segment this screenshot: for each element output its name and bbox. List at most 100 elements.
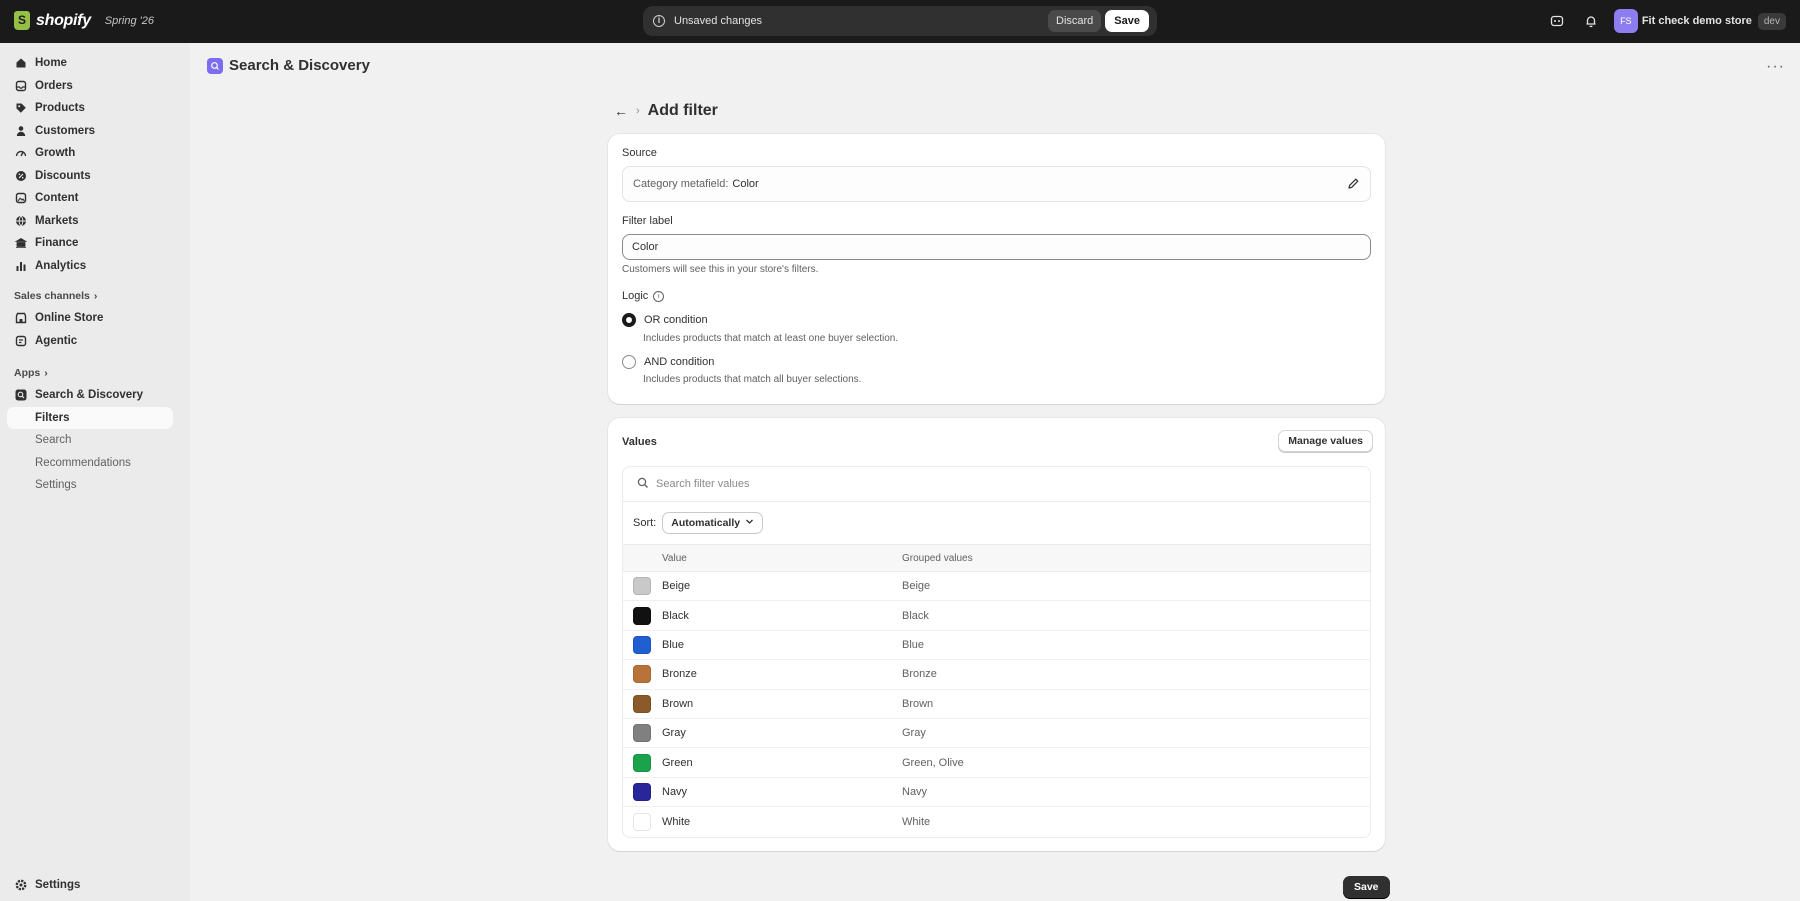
more-actions-icon[interactable]: ··· xyxy=(1766,58,1785,76)
or-condition-option[interactable]: OR condition xyxy=(622,313,708,327)
source-value: Color xyxy=(732,178,759,190)
filter-label-label: Filter label xyxy=(622,215,673,227)
table-header: Value Grouped values xyxy=(623,544,1370,572)
shopify-logo[interactable]: shopify Spring '26 xyxy=(14,11,154,30)
sidebar-item-online-store[interactable]: Online Store xyxy=(7,307,173,329)
avatar[interactable]: FS xyxy=(1613,9,1638,33)
search-filter-values-input[interactable] xyxy=(656,478,1256,490)
info-icon[interactable]: i xyxy=(653,290,665,302)
sidebar-item-growth[interactable]: Growth xyxy=(7,142,173,164)
chevron-right-icon: › xyxy=(93,290,98,302)
sidebar-item-label: Search & Discovery xyxy=(35,389,144,401)
sidebar-item-filters[interactable]: Filters xyxy=(7,407,173,429)
or-condition-radio[interactable] xyxy=(622,313,636,327)
pencil-icon[interactable] xyxy=(1347,177,1360,193)
grouped-values-cell: Blue xyxy=(902,638,925,651)
table-row[interactable]: Brown Brown xyxy=(623,690,1370,719)
sidebar-item-content[interactable]: Content xyxy=(7,187,173,209)
sidebar-item-agentic[interactable]: Agentic xyxy=(7,330,173,352)
sidebar-item-label: Orders xyxy=(35,80,73,92)
values-card: Values Manage values Sort: Automatically… xyxy=(608,418,1385,851)
values-title: Values xyxy=(622,436,657,448)
breadcrumb: ← › Add filter xyxy=(614,102,718,120)
section-label: Sales channels xyxy=(14,290,90,302)
sidebar-item-discounts[interactable]: Discounts xyxy=(7,165,173,187)
top-right-actions: FS Fit check demo store dev xyxy=(1540,9,1786,33)
sidebar-item-search-discovery[interactable]: Search & Discovery xyxy=(7,384,173,406)
filter-settings-card: Source Category metafield: Color Filter … xyxy=(608,134,1385,404)
sidebar-item-markets[interactable]: Markets xyxy=(7,210,173,232)
sidebar-item-customers[interactable]: Customers xyxy=(7,120,173,142)
sidebar-item-analytics[interactable]: Analytics xyxy=(7,255,173,277)
sidebar-item-app-settings[interactable]: Settings xyxy=(7,474,173,496)
discard-button[interactable]: Discard xyxy=(1048,10,1102,32)
sidebar-item-label: Content xyxy=(35,192,79,204)
sidebar-item-products[interactable]: Products xyxy=(7,97,173,119)
save-button[interactable]: Save xyxy=(1105,10,1149,32)
filter-label-input[interactable] xyxy=(622,234,1371,260)
grouped-values-cell: Green, Olive xyxy=(902,756,964,769)
chart-icon xyxy=(15,260,27,272)
chevron-down-icon xyxy=(745,517,754,529)
color-swatch xyxy=(633,635,651,654)
shopify-bag-icon xyxy=(14,11,30,30)
grouped-values-cell: Black xyxy=(902,609,929,622)
table-row[interactable]: Blue Blue xyxy=(623,631,1370,661)
table-row[interactable]: Gray Gray xyxy=(623,719,1370,749)
sidebar-item-label: Online Store xyxy=(35,312,104,324)
table-row[interactable]: Navy Navy xyxy=(623,778,1370,808)
store-name[interactable]: Fit check demo store xyxy=(1642,15,1752,27)
logic-label: Logic xyxy=(622,290,649,302)
color-swatch xyxy=(633,694,651,713)
search-discovery-app-icon xyxy=(207,57,223,74)
sort-label: Sort: xyxy=(633,517,657,529)
color-swatch xyxy=(633,606,651,625)
bell-icon[interactable] xyxy=(1574,9,1608,33)
brand-name: shopify xyxy=(36,11,91,29)
and-condition-radio[interactable] xyxy=(622,355,636,369)
sidebar-item-label: Agentic xyxy=(35,335,78,347)
page-header: Search & Discovery xyxy=(207,57,370,74)
table-row[interactable]: Bronze Bronze xyxy=(623,660,1370,690)
grouped-values-cell: Beige xyxy=(902,580,931,593)
value-cell: Bronze xyxy=(662,668,697,681)
home-icon xyxy=(15,57,27,69)
sidebar-item-label: Discounts xyxy=(35,170,91,182)
column-header-grouped: Grouped values xyxy=(902,552,973,564)
globe-icon xyxy=(15,215,27,227)
sort-select[interactable]: Automatically xyxy=(662,512,764,534)
color-swatch xyxy=(633,753,651,772)
store-icon xyxy=(15,312,27,324)
sidebar-item-recommendations[interactable]: Recommendations xyxy=(7,452,173,474)
table-row[interactable]: Green Green, Olive xyxy=(623,748,1370,778)
unsaved-message: Unsaved changes xyxy=(674,15,763,27)
sidebar-item-home[interactable]: Home xyxy=(7,52,173,74)
bank-icon xyxy=(15,237,27,249)
and-condition-option[interactable]: AND condition xyxy=(622,355,714,369)
sidebar-item-finance[interactable]: Finance xyxy=(7,232,173,254)
page-title: Search & Discovery xyxy=(229,57,370,74)
back-arrow-icon[interactable]: ← xyxy=(614,103,628,119)
sidekick-icon[interactable] xyxy=(1540,9,1574,33)
info-icon: i xyxy=(653,15,665,27)
table-row[interactable]: White White xyxy=(623,807,1370,836)
table-row[interactable]: Black Black xyxy=(623,601,1370,631)
apps-heading[interactable]: Apps › xyxy=(14,367,48,379)
chevron-right-icon: › xyxy=(44,367,48,379)
values-search xyxy=(623,467,1370,502)
save-button-bottom[interactable]: Save xyxy=(1343,876,1390,898)
agentic-icon xyxy=(15,335,27,347)
sidebar-item-settings[interactable]: Settings xyxy=(7,874,173,896)
source-field: Category metafield: Color xyxy=(622,166,1371,202)
manage-values-button[interactable]: Manage values xyxy=(1278,430,1373,452)
sidebar-item-search[interactable]: Search xyxy=(7,429,173,451)
table-row[interactable]: Beige Beige xyxy=(623,572,1370,602)
values-table: Sort: Automatically Value Grouped values… xyxy=(622,466,1371,838)
sales-channels-heading[interactable]: Sales channels › xyxy=(14,290,97,302)
column-header-value: Value xyxy=(662,552,687,564)
color-swatch xyxy=(633,782,651,801)
sidebar-item-label: Markets xyxy=(35,215,79,227)
value-cell: White xyxy=(662,815,691,828)
sidebar-item-orders[interactable]: Orders xyxy=(7,75,173,97)
or-condition-description: Includes products that match at least on… xyxy=(643,333,899,344)
